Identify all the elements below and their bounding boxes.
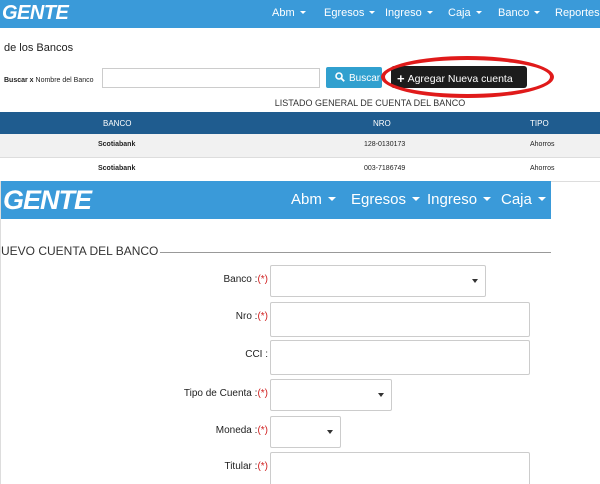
nav-ingreso[interactable]: Ingreso — [427, 191, 492, 208]
chevron-down-icon — [327, 430, 333, 434]
label-titular: Titular :(*) — [224, 461, 268, 472]
page-title: de los Bancos — [4, 42, 74, 54]
banco-select[interactable] — [270, 265, 486, 297]
table-row[interactable]: Scotiabank 003-7186749 Ahorros — [0, 158, 600, 182]
nav-abm[interactable]: Abm — [291, 191, 336, 208]
legend-divider — [149, 252, 551, 253]
label-moneda: Moneda :(*) — [215, 425, 268, 436]
nav-abm[interactable]: Abm — [272, 7, 306, 19]
cci-input[interactable] — [270, 340, 530, 375]
chevron-down-icon — [299, 11, 306, 14]
column-header-banco: BANCO — [103, 119, 132, 128]
chevron-down-icon — [369, 11, 376, 14]
table-row[interactable]: Scotiabank 128-0130173 Ahorros — [0, 134, 600, 158]
nav-ingreso[interactable]: Ingreso — [385, 7, 433, 19]
cell-banco: Scotiabank — [98, 165, 136, 172]
chevron-down-icon — [483, 197, 492, 201]
cell-tipo: Ahorros — [530, 165, 555, 172]
chevron-down-icon — [412, 197, 421, 201]
label-banco: Banco :(*) — [223, 274, 268, 285]
nav-egresos[interactable]: Egresos — [324, 7, 376, 19]
cell-banco: Scotiabank — [98, 141, 136, 148]
chevron-down-icon — [426, 11, 433, 14]
cell-nro: 128-0130173 — [364, 141, 406, 148]
tipo-cuenta-select[interactable] — [270, 379, 392, 411]
new-account-form-screen: GENTE Abm Egresos Ingreso Caja UEVO CUEN… — [0, 181, 551, 484]
chevron-down-icon — [537, 197, 546, 201]
search-icon — [335, 72, 345, 82]
search-input[interactable] — [102, 68, 320, 88]
cell-nro: 003-7186749 — [364, 165, 406, 172]
search-button[interactable]: Buscar — [326, 67, 382, 88]
cell-tipo: Ahorros — [530, 141, 555, 148]
nav-caja[interactable]: Caja — [448, 7, 482, 19]
chevron-down-icon — [327, 197, 336, 201]
nav-egresos[interactable]: Egresos — [351, 191, 421, 208]
list-title: LISTADO GENERAL DE CUENTA DEL BANCO — [274, 98, 466, 108]
bank-list-screen: GENTE Abm Egresos Ingreso Caja Banco Rep… — [0, 0, 600, 184]
chevron-down-icon — [475, 11, 482, 14]
label-cci: CCI : — [245, 349, 268, 360]
chevron-down-icon — [534, 11, 541, 14]
titular-input[interactable] — [270, 452, 530, 484]
search-label: Buscar x Nombre del Banco — [4, 77, 94, 84]
table-header: BANCO NRO TIPO — [0, 112, 600, 134]
label-tipo-cuenta: Tipo de Cuenta :(*) — [183, 388, 268, 399]
moneda-select[interactable] — [270, 416, 341, 448]
nav-reportes[interactable]: Reportes — [555, 7, 600, 19]
nav-caja[interactable]: Caja — [501, 191, 546, 208]
nav-banco[interactable]: Banco — [498, 7, 541, 19]
highlight-ring — [381, 56, 554, 98]
column-header-nro: NRO — [373, 119, 391, 128]
app-logo: GENTE — [2, 2, 69, 24]
chevron-down-icon — [378, 393, 384, 397]
nro-input[interactable] — [270, 302, 530, 337]
chevron-down-icon — [472, 279, 478, 283]
column-header-tipo: TIPO — [530, 119, 549, 128]
label-nro: Nro :(*) — [235, 311, 268, 322]
form-legend: UEVO CUENTA DEL BANCO — [1, 244, 161, 258]
app-logo: GENTE — [3, 185, 92, 215]
